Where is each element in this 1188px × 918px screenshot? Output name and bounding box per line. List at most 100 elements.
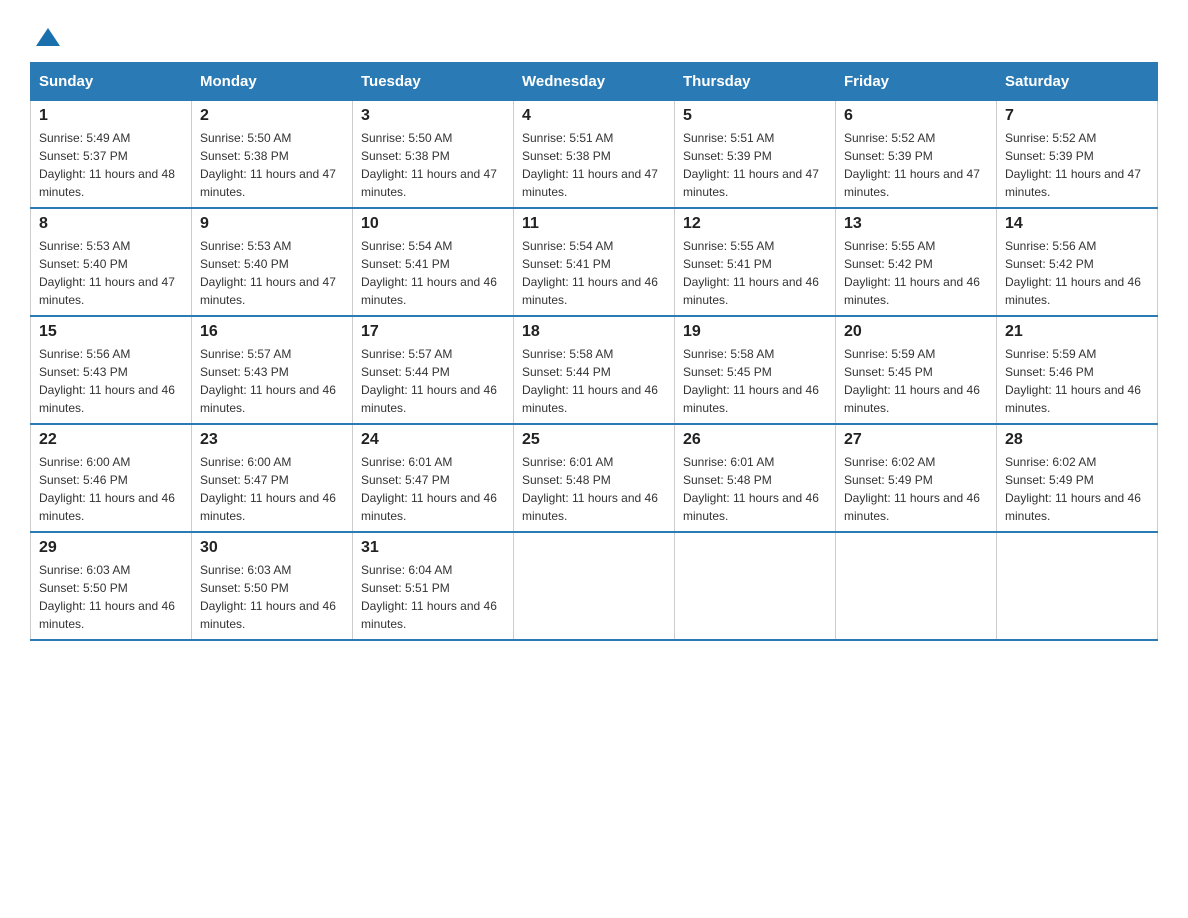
calendar-day-cell: 8 Sunrise: 5:53 AMSunset: 5:40 PMDayligh… bbox=[31, 208, 192, 316]
calendar-day-cell: 29 Sunrise: 6:03 AMSunset: 5:50 PMDaylig… bbox=[31, 532, 192, 640]
day-number: 28 bbox=[1005, 431, 1149, 449]
day-number: 11 bbox=[522, 215, 666, 233]
calendar-table: SundayMondayTuesdayWednesdayThursdayFrid… bbox=[30, 62, 1158, 641]
calendar-day-cell: 24 Sunrise: 6:01 AMSunset: 5:47 PMDaylig… bbox=[353, 424, 514, 532]
calendar-day-cell: 17 Sunrise: 5:57 AMSunset: 5:44 PMDaylig… bbox=[353, 316, 514, 424]
day-info: Sunrise: 5:50 AMSunset: 5:38 PMDaylight:… bbox=[361, 131, 497, 199]
calendar-day-cell: 9 Sunrise: 5:53 AMSunset: 5:40 PMDayligh… bbox=[192, 208, 353, 316]
calendar-day-cell: 18 Sunrise: 5:58 AMSunset: 5:44 PMDaylig… bbox=[514, 316, 675, 424]
day-info: Sunrise: 5:55 AMSunset: 5:41 PMDaylight:… bbox=[683, 239, 819, 307]
day-info: Sunrise: 6:03 AMSunset: 5:50 PMDaylight:… bbox=[200, 563, 336, 631]
day-number: 4 bbox=[522, 107, 666, 125]
logo bbox=[30, 20, 60, 46]
day-info: Sunrise: 5:54 AMSunset: 5:41 PMDaylight:… bbox=[361, 239, 497, 307]
day-info: Sunrise: 5:51 AMSunset: 5:38 PMDaylight:… bbox=[522, 131, 658, 199]
calendar-day-cell bbox=[675, 532, 836, 640]
day-info: Sunrise: 5:51 AMSunset: 5:39 PMDaylight:… bbox=[683, 131, 819, 199]
calendar-day-cell: 28 Sunrise: 6:02 AMSunset: 5:49 PMDaylig… bbox=[997, 424, 1158, 532]
day-info: Sunrise: 5:49 AMSunset: 5:37 PMDaylight:… bbox=[39, 131, 175, 199]
calendar-day-cell bbox=[514, 532, 675, 640]
day-number: 20 bbox=[844, 323, 988, 341]
calendar-day-cell: 27 Sunrise: 6:02 AMSunset: 5:49 PMDaylig… bbox=[836, 424, 997, 532]
calendar-day-header: Monday bbox=[192, 63, 353, 101]
calendar-day-cell: 13 Sunrise: 5:55 AMSunset: 5:42 PMDaylig… bbox=[836, 208, 997, 316]
day-number: 30 bbox=[200, 539, 344, 557]
calendar-day-cell: 5 Sunrise: 5:51 AMSunset: 5:39 PMDayligh… bbox=[675, 101, 836, 209]
logo-triangle-icon bbox=[36, 28, 60, 46]
day-number: 13 bbox=[844, 215, 988, 233]
calendar-day-header: Saturday bbox=[997, 63, 1158, 101]
calendar-week-row: 15 Sunrise: 5:56 AMSunset: 5:43 PMDaylig… bbox=[31, 316, 1158, 424]
day-info: Sunrise: 5:52 AMSunset: 5:39 PMDaylight:… bbox=[844, 131, 980, 199]
day-number: 26 bbox=[683, 431, 827, 449]
day-info: Sunrise: 5:55 AMSunset: 5:42 PMDaylight:… bbox=[844, 239, 980, 307]
calendar-day-cell: 6 Sunrise: 5:52 AMSunset: 5:39 PMDayligh… bbox=[836, 101, 997, 209]
day-number: 25 bbox=[522, 431, 666, 449]
calendar-day-cell: 3 Sunrise: 5:50 AMSunset: 5:38 PMDayligh… bbox=[353, 101, 514, 209]
calendar-day-header: Wednesday bbox=[514, 63, 675, 101]
calendar-day-cell: 14 Sunrise: 5:56 AMSunset: 5:42 PMDaylig… bbox=[997, 208, 1158, 316]
calendar-day-cell: 10 Sunrise: 5:54 AMSunset: 5:41 PMDaylig… bbox=[353, 208, 514, 316]
day-number: 8 bbox=[39, 215, 183, 233]
calendar-day-header: Thursday bbox=[675, 63, 836, 101]
day-number: 16 bbox=[200, 323, 344, 341]
day-info: Sunrise: 5:56 AMSunset: 5:42 PMDaylight:… bbox=[1005, 239, 1141, 307]
day-number: 2 bbox=[200, 107, 344, 125]
day-info: Sunrise: 6:00 AMSunset: 5:47 PMDaylight:… bbox=[200, 455, 336, 523]
day-number: 29 bbox=[39, 539, 183, 557]
day-info: Sunrise: 6:02 AMSunset: 5:49 PMDaylight:… bbox=[844, 455, 980, 523]
day-number: 1 bbox=[39, 107, 183, 125]
day-number: 12 bbox=[683, 215, 827, 233]
day-number: 23 bbox=[200, 431, 344, 449]
day-number: 31 bbox=[361, 539, 505, 557]
day-info: Sunrise: 6:01 AMSunset: 5:48 PMDaylight:… bbox=[522, 455, 658, 523]
day-info: Sunrise: 6:04 AMSunset: 5:51 PMDaylight:… bbox=[361, 563, 497, 631]
day-info: Sunrise: 5:53 AMSunset: 5:40 PMDaylight:… bbox=[200, 239, 336, 307]
day-info: Sunrise: 5:56 AMSunset: 5:43 PMDaylight:… bbox=[39, 347, 175, 415]
calendar-day-cell: 15 Sunrise: 5:56 AMSunset: 5:43 PMDaylig… bbox=[31, 316, 192, 424]
day-info: Sunrise: 5:58 AMSunset: 5:45 PMDaylight:… bbox=[683, 347, 819, 415]
calendar-day-cell: 30 Sunrise: 6:03 AMSunset: 5:50 PMDaylig… bbox=[192, 532, 353, 640]
calendar-day-cell: 19 Sunrise: 5:58 AMSunset: 5:45 PMDaylig… bbox=[675, 316, 836, 424]
day-number: 27 bbox=[844, 431, 988, 449]
day-number: 24 bbox=[361, 431, 505, 449]
day-number: 9 bbox=[200, 215, 344, 233]
day-number: 5 bbox=[683, 107, 827, 125]
calendar-day-cell: 25 Sunrise: 6:01 AMSunset: 5:48 PMDaylig… bbox=[514, 424, 675, 532]
calendar-day-cell: 11 Sunrise: 5:54 AMSunset: 5:41 PMDaylig… bbox=[514, 208, 675, 316]
calendar-day-cell: 23 Sunrise: 6:00 AMSunset: 5:47 PMDaylig… bbox=[192, 424, 353, 532]
calendar-day-cell bbox=[836, 532, 997, 640]
calendar-day-cell: 4 Sunrise: 5:51 AMSunset: 5:38 PMDayligh… bbox=[514, 101, 675, 209]
calendar-header-row: SundayMondayTuesdayWednesdayThursdayFrid… bbox=[31, 63, 1158, 101]
day-info: Sunrise: 5:59 AMSunset: 5:46 PMDaylight:… bbox=[1005, 347, 1141, 415]
day-number: 14 bbox=[1005, 215, 1149, 233]
page-header bbox=[30, 20, 1158, 46]
calendar-day-cell: 1 Sunrise: 5:49 AMSunset: 5:37 PMDayligh… bbox=[31, 101, 192, 209]
day-number: 15 bbox=[39, 323, 183, 341]
calendar-day-cell bbox=[997, 532, 1158, 640]
calendar-day-cell: 16 Sunrise: 5:57 AMSunset: 5:43 PMDaylig… bbox=[192, 316, 353, 424]
day-info: Sunrise: 6:01 AMSunset: 5:47 PMDaylight:… bbox=[361, 455, 497, 523]
calendar-day-header: Tuesday bbox=[353, 63, 514, 101]
day-info: Sunrise: 5:54 AMSunset: 5:41 PMDaylight:… bbox=[522, 239, 658, 307]
calendar-week-row: 8 Sunrise: 5:53 AMSunset: 5:40 PMDayligh… bbox=[31, 208, 1158, 316]
day-number: 19 bbox=[683, 323, 827, 341]
calendar-day-cell: 12 Sunrise: 5:55 AMSunset: 5:41 PMDaylig… bbox=[675, 208, 836, 316]
calendar-day-header: Friday bbox=[836, 63, 997, 101]
calendar-day-cell: 20 Sunrise: 5:59 AMSunset: 5:45 PMDaylig… bbox=[836, 316, 997, 424]
calendar-day-cell: 26 Sunrise: 6:01 AMSunset: 5:48 PMDaylig… bbox=[675, 424, 836, 532]
day-number: 17 bbox=[361, 323, 505, 341]
calendar-day-cell: 22 Sunrise: 6:00 AMSunset: 5:46 PMDaylig… bbox=[31, 424, 192, 532]
day-number: 22 bbox=[39, 431, 183, 449]
calendar-week-row: 1 Sunrise: 5:49 AMSunset: 5:37 PMDayligh… bbox=[31, 101, 1158, 209]
day-info: Sunrise: 5:50 AMSunset: 5:38 PMDaylight:… bbox=[200, 131, 336, 199]
day-info: Sunrise: 5:53 AMSunset: 5:40 PMDaylight:… bbox=[39, 239, 175, 307]
day-info: Sunrise: 6:03 AMSunset: 5:50 PMDaylight:… bbox=[39, 563, 175, 631]
day-number: 3 bbox=[361, 107, 505, 125]
day-number: 6 bbox=[844, 107, 988, 125]
calendar-day-cell: 31 Sunrise: 6:04 AMSunset: 5:51 PMDaylig… bbox=[353, 532, 514, 640]
day-info: Sunrise: 5:58 AMSunset: 5:44 PMDaylight:… bbox=[522, 347, 658, 415]
calendar-day-cell: 21 Sunrise: 5:59 AMSunset: 5:46 PMDaylig… bbox=[997, 316, 1158, 424]
day-info: Sunrise: 6:01 AMSunset: 5:48 PMDaylight:… bbox=[683, 455, 819, 523]
calendar-week-row: 22 Sunrise: 6:00 AMSunset: 5:46 PMDaylig… bbox=[31, 424, 1158, 532]
